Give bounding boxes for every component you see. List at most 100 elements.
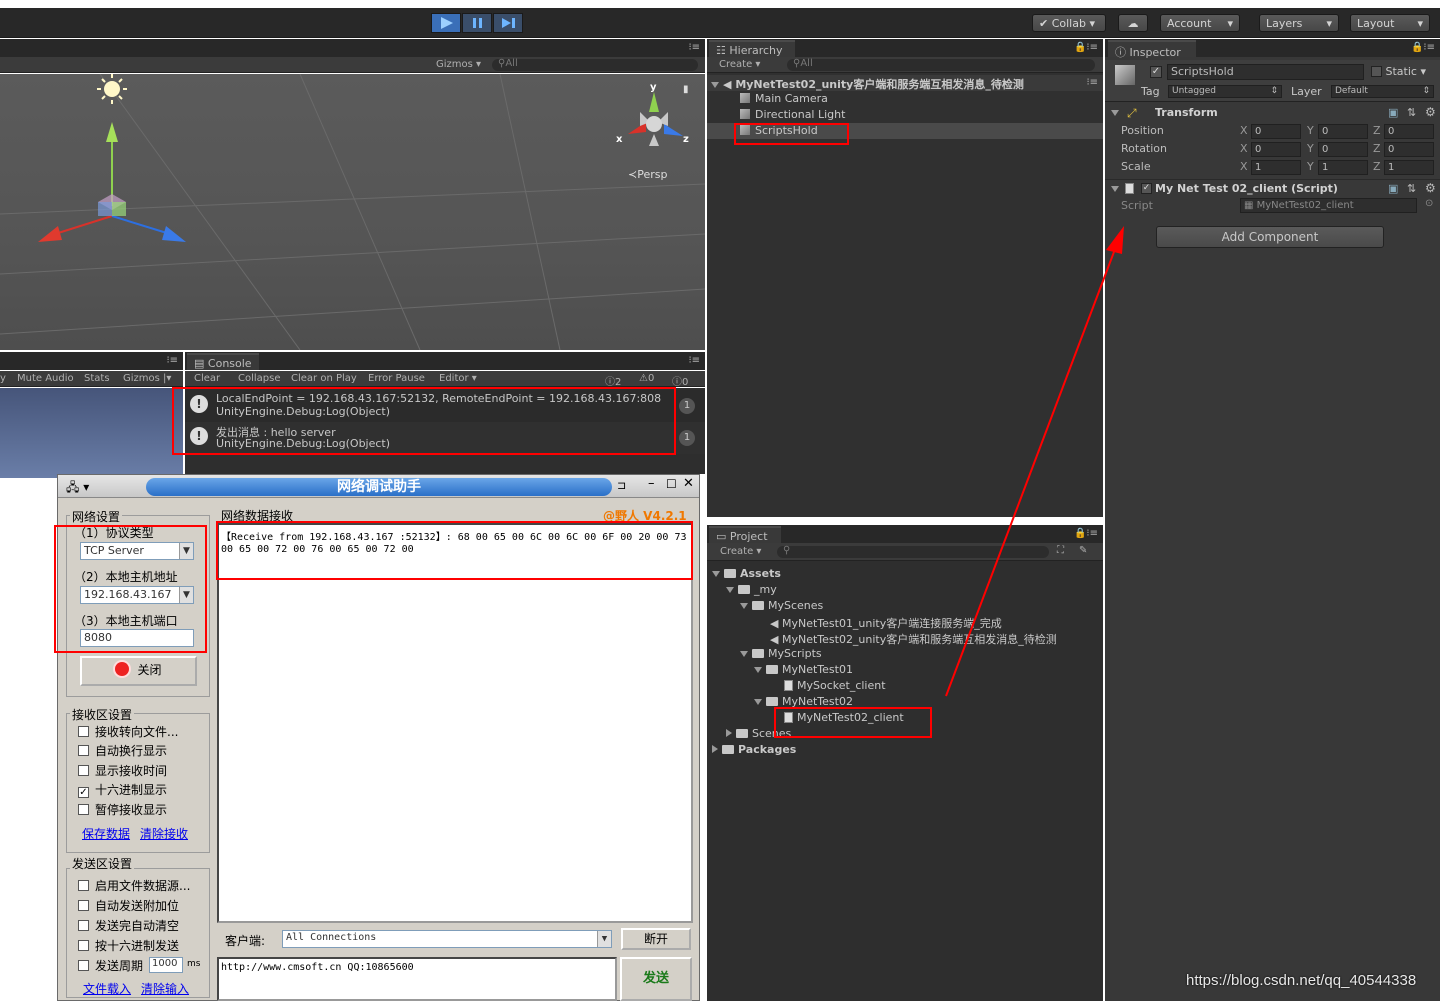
scene-viewport[interactable]: y x z ▮ ≺Persp — [0, 74, 705, 350]
step-button[interactable] — [493, 13, 523, 33]
panel-menu-icon[interactable]: ⁝≡ — [688, 42, 700, 53]
file-source-checkbox[interactable]: 启用文件数据源... — [78, 877, 190, 894]
send-button[interactable]: 发送 — [620, 957, 692, 1001]
client-select[interactable]: All Connections ▼ — [282, 930, 612, 948]
scale-y[interactable]: 1 — [1318, 160, 1368, 175]
help-icon[interactable]: ▣ — [1388, 106, 1398, 119]
pause-button[interactable] — [462, 13, 492, 33]
tab-inspector[interactable]: ⓘ Inspector — [1108, 40, 1196, 59]
error-pause-toggle[interactable]: Error Pause — [368, 373, 425, 384]
tab-hierarchy[interactable]: ☷ Hierarchy — [709, 40, 795, 57]
panel-menu-icon[interactable]: 🔒⁝≡ — [1411, 42, 1435, 53]
period-input[interactable]: 1000 — [149, 957, 183, 973]
move-gizmo[interactable] — [38, 122, 186, 242]
panel-menu-icon[interactable]: ⁝≡ — [166, 355, 178, 366]
object-name-field[interactable]: ScriptsHold — [1167, 64, 1364, 80]
recv-text-area[interactable]: 【Receive from 192.168.43.167 :52132】: 68… — [217, 523, 693, 923]
disconnect-button[interactable]: 断开 — [621, 928, 691, 950]
tab-console[interactable]: ▤ Console — [187, 353, 259, 370]
gear-icon[interactable]: ⚙ — [1425, 105, 1436, 119]
rotation-x[interactable]: 0 — [1251, 142, 1301, 157]
append-bits-checkbox[interactable]: 自动发送附加位 — [78, 897, 179, 914]
enabled-checkbox[interactable]: ✓ — [1141, 183, 1152, 194]
clear-button[interactable]: Clear — [194, 373, 220, 384]
account-dropdown[interactable]: Account ▾ — [1160, 14, 1240, 32]
hierarchy-item[interactable]: Main Camera — [740, 92, 828, 105]
script-file[interactable]: MySocket_client — [784, 679, 886, 692]
pin-icon[interactable]: ⊐ — [617, 479, 626, 492]
active-checkbox[interactable]: ✓ — [1150, 66, 1162, 78]
save-data-link[interactable]: 保存数据 — [82, 825, 130, 842]
object-picker-icon[interactable]: ⊙ — [1425, 198, 1433, 209]
static-toggle[interactable]: Static ▾ — [1371, 65, 1426, 78]
folder-myscripts[interactable]: MyScripts — [740, 647, 822, 660]
scene-search[interactable]: ⚲All — [492, 58, 698, 71]
clear-input-link[interactable]: 清除输入 — [141, 980, 189, 997]
hierarchy-item[interactable]: Directional Light — [740, 108, 845, 121]
folder-my[interactable]: _my — [726, 583, 777, 596]
tab-project[interactable]: ▭ Project — [709, 526, 781, 543]
preset-icon[interactable]: ⇅ — [1407, 182, 1416, 195]
orientation-gizmo[interactable] — [628, 92, 683, 146]
create-dropdown[interactable]: Create ▾ — [720, 546, 761, 557]
position-x[interactable]: 0 — [1251, 124, 1301, 139]
panel-menu-icon[interactable]: ⁝≡ — [688, 355, 700, 366]
warn-count-toggle[interactable]: ⚠0 — [639, 373, 654, 384]
mute-audio-toggle[interactable]: Mute Audio — [17, 373, 74, 384]
clear-recv-link[interactable]: 清除接收 — [140, 825, 188, 842]
persp-label[interactable]: ≺Persp — [628, 168, 667, 181]
close-icon[interactable]: ✕ — [683, 476, 694, 491]
light-icon[interactable] — [97, 74, 127, 104]
show-time-checkbox[interactable]: 显示接收时间 — [78, 762, 167, 779]
rotation-z[interactable]: 0 — [1384, 142, 1434, 157]
add-component-button[interactable]: Add Component — [1156, 226, 1384, 248]
tag-dropdown[interactable]: Untagged ⇕ — [1168, 85, 1282, 98]
scale-z[interactable]: 1 — [1384, 160, 1434, 175]
cloud-button[interactable]: ☁ — [1118, 14, 1148, 32]
help-icon[interactable]: ▣ — [1388, 182, 1398, 195]
folder-packages[interactable]: Packages — [712, 743, 796, 756]
hierarchy-scene-row[interactable]: ◀ MyNetTest02_unity客户端和服务端互相发消息_待检测 ⁝≡ — [707, 75, 1103, 91]
position-y[interactable]: 0 — [1318, 124, 1368, 139]
scale-x[interactable]: 1 — [1251, 160, 1301, 175]
game-gizmos-dropdown[interactable]: Gizmos |▾ — [123, 373, 171, 384]
transform-header[interactable]: ⤢ Transform ▣ ⇅ ⚙ — [1105, 104, 1440, 122]
folder-myscenes[interactable]: MyScenes — [740, 599, 823, 612]
title-bar[interactable]: 🖧 ▾ 网络调试助手 ⊐ – ☐ ✕ — [58, 475, 699, 498]
close-connection-button[interactable]: 关闭 — [80, 656, 197, 686]
pause-display-checkbox[interactable]: 暂停接收显示 — [78, 801, 167, 818]
collapse-toggle[interactable]: Collapse — [238, 373, 281, 384]
lock-icon[interactable]: ▮ — [683, 84, 689, 95]
game-viewport[interactable] — [0, 388, 183, 478]
script-field[interactable]: ▦ MyNetTest02_client — [1240, 198, 1417, 213]
folder-mynettest01[interactable]: MyNetTest01 — [754, 663, 853, 676]
gear-icon[interactable]: ⚙ — [1425, 181, 1436, 195]
send-period-checkbox[interactable]: 发送周期 — [78, 957, 143, 974]
clear-on-play-toggle[interactable]: Clear on Play — [291, 373, 357, 384]
maximize-icon[interactable]: ☐ — [666, 477, 677, 491]
create-dropdown[interactable]: Create ▾ — [719, 59, 760, 70]
hex-display-checkbox[interactable]: ✓ 十六进制显示 — [78, 781, 167, 798]
layer-dropdown[interactable]: Default ⇕ — [1331, 85, 1434, 98]
error-count-toggle[interactable]: ⓘ0 — [672, 373, 688, 388]
script-component-header[interactable]: ✓ My Net Test 02_client (Script) ▣ ⇅ ⚙ — [1105, 179, 1440, 197]
stats-toggle[interactable]: Stats — [84, 373, 110, 384]
app-menu-icon[interactable]: 🖧 ▾ — [66, 478, 89, 499]
maximize-toggle[interactable]: y — [0, 373, 6, 384]
log-count-toggle[interactable]: ⓘ2 — [605, 373, 621, 388]
send-text-area[interactable]: http://www.cmsoft.cn QQ:10865600 — [217, 957, 617, 1001]
hierarchy-search[interactable]: ⚲All — [787, 58, 1095, 71]
auto-clear-checkbox[interactable]: 发送完自动清空 — [78, 917, 179, 934]
scene-menu-icon[interactable]: ⁝≡ — [1086, 77, 1098, 88]
folder-assets[interactable]: Assets — [712, 567, 781, 580]
editor-dropdown[interactable]: Editor ▾ — [439, 373, 477, 384]
hex-send-checkbox[interactable]: 按十六进制发送 — [78, 937, 179, 954]
auto-wrap-checkbox[interactable]: 自动换行显示 — [78, 742, 167, 759]
play-button[interactable] — [431, 13, 461, 33]
load-file-link[interactable]: 文件载入 — [83, 980, 131, 997]
rotation-y[interactable]: 0 — [1318, 142, 1368, 157]
panel-menu-icon[interactable]: 🔒⁝≡ — [1074, 42, 1098, 53]
recv-to-file-checkbox[interactable]: 接收转向文件... — [78, 723, 178, 740]
layers-dropdown[interactable]: Layers ▾ — [1259, 14, 1339, 32]
preset-icon[interactable]: ⇅ — [1407, 106, 1416, 119]
